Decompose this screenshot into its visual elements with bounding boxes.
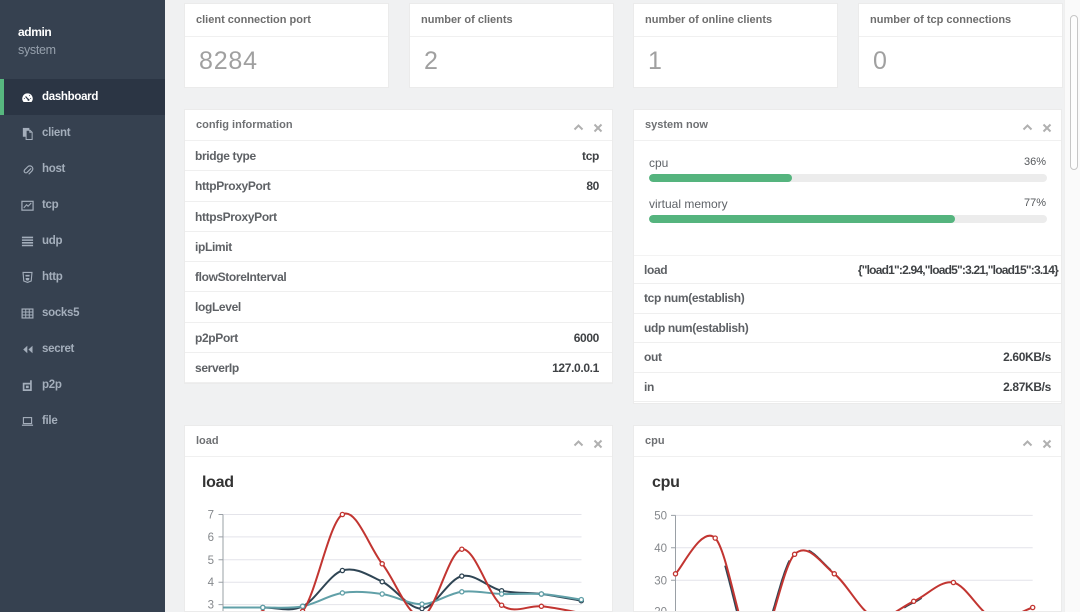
svg-text:50: 50 [654, 510, 667, 522]
svg-text:6: 6 [208, 532, 214, 544]
svg-text:5: 5 [208, 555, 214, 567]
svg-text:40: 40 [654, 543, 667, 555]
svg-text:4: 4 [208, 577, 215, 589]
svg-text:30: 30 [654, 575, 667, 587]
svg-text:3: 3 [208, 600, 214, 612]
svg-text:7: 7 [208, 510, 214, 522]
svg-text:20: 20 [654, 607, 667, 612]
